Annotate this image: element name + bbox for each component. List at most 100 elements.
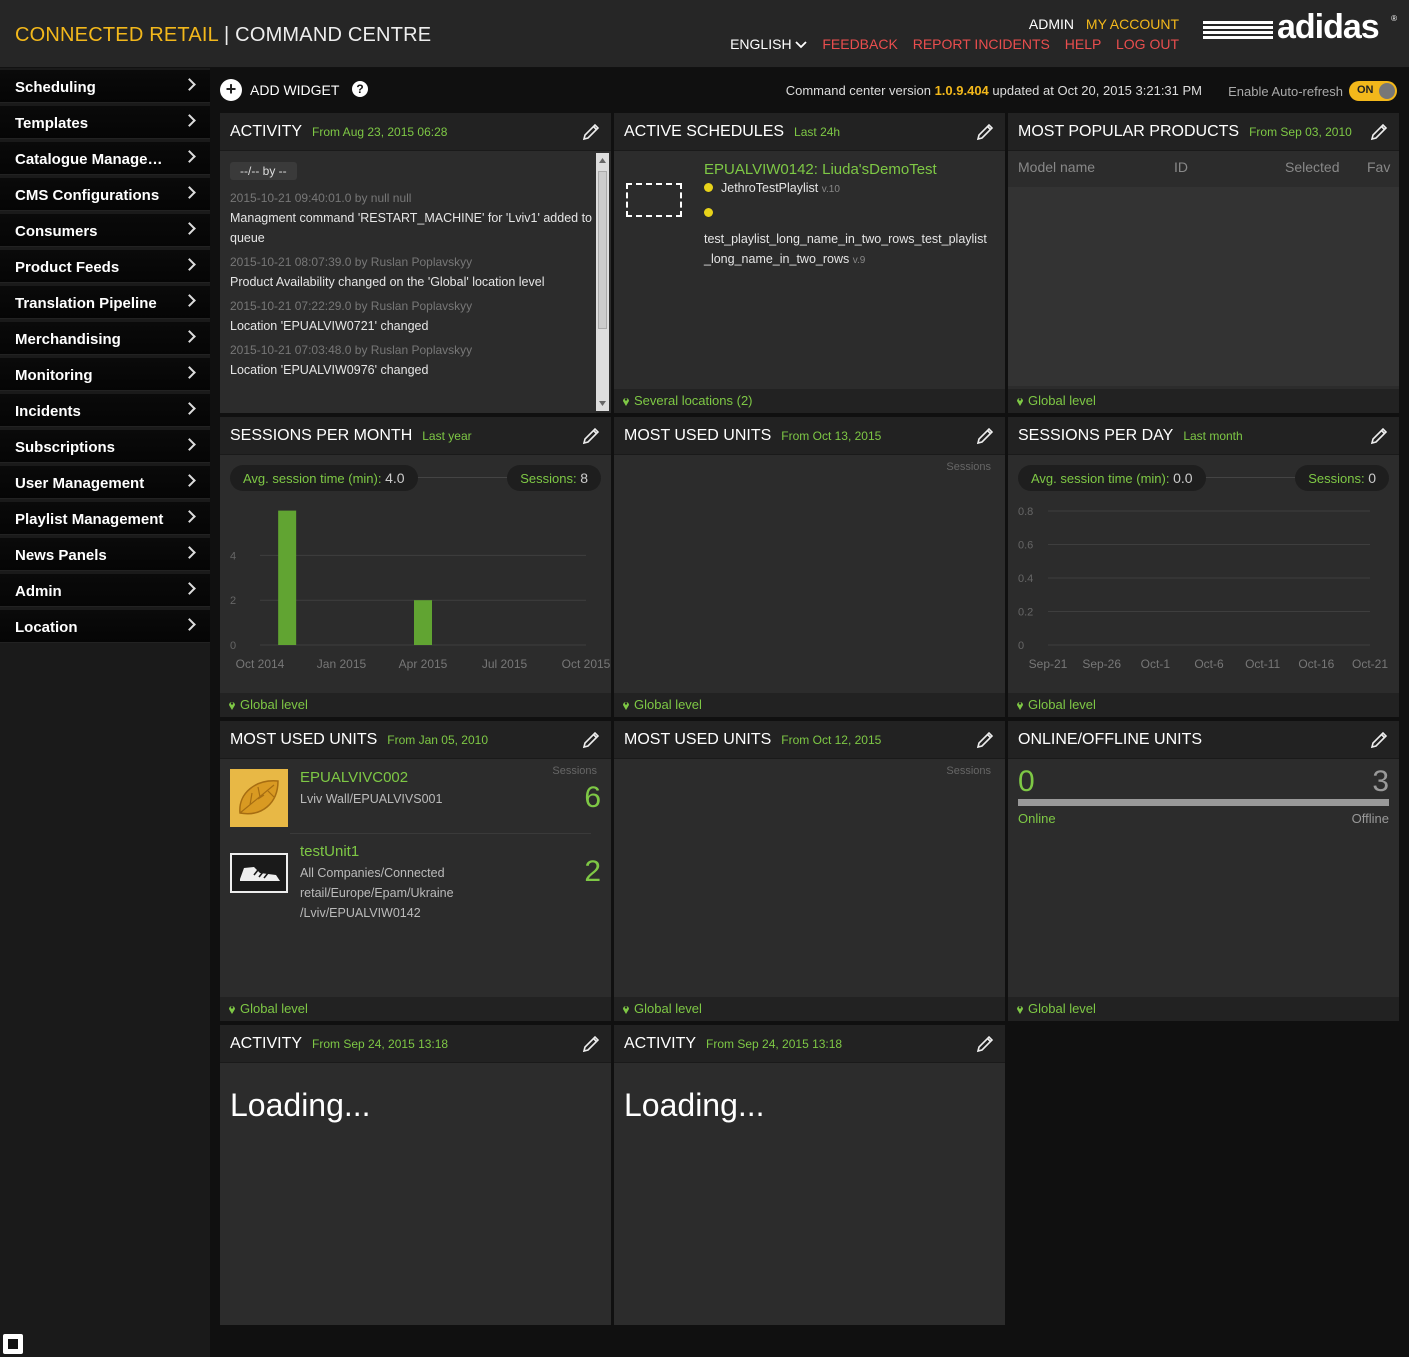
location-pin-icon — [623, 1006, 629, 1014]
sessions-per-day-chart: 0 0.2 0.4 0.6 0.8 Sep-21 Sep-26 Oct-1 Oct-6 Oct-1… — [1018, 506, 1388, 671]
sessions-per-day-widget: SESSIONS PER DAY Last month Avg. session … — [1008, 417, 1399, 717]
scrollbar[interactable] — [596, 153, 609, 411]
x-tick-label: Oct-21 — [1352, 657, 1388, 671]
dashboard: + ADD WIDGET ? Command center version 1.… — [210, 68, 1409, 1357]
y-tick-label: 0.6 — [1018, 540, 1033, 552]
widget-title: MOST USED UNITS From Oct 12, 2015 — [624, 731, 881, 749]
activity-filter[interactable]: --/-- by -- — [230, 162, 297, 180]
feedback-link[interactable]: FEEDBACK — [822, 36, 897, 52]
widget-body: Avg. session time (min): 0.0 Sessions: 0… — [1008, 455, 1399, 693]
pencil-icon[interactable] — [1369, 426, 1389, 446]
my-account-link[interactable]: MY ACCOUNT — [1086, 16, 1179, 32]
add-widget-button[interactable]: + ADD WIDGET — [220, 79, 339, 101]
widget-header: ACTIVITY From Sep 24, 2015 13:18 — [614, 1025, 1005, 1063]
schedule-title[interactable]: EPUALVIW0142: Liuda'sDemoTest — [704, 161, 937, 178]
footer-label[interactable]: Several locations (2) — [634, 393, 753, 408]
widget-footer: Global level — [614, 997, 1005, 1021]
column-header[interactable]: Selected — [1285, 159, 1339, 175]
x-tick-label: Oct-11 — [1245, 657, 1280, 671]
x-tick-label: Oct-1 — [1141, 657, 1171, 671]
status-dot — [704, 208, 713, 217]
column-header[interactable]: Model name — [1018, 159, 1095, 175]
sidebar-item-merchandising[interactable]: Merchandising — [0, 322, 210, 355]
pencil-icon[interactable] — [1369, 122, 1389, 142]
sidebar-item-monitoring[interactable]: Monitoring — [0, 358, 210, 391]
sidebar-item-product-feeds[interactable]: Product Feeds — [0, 250, 210, 283]
footer-label[interactable]: Global level — [1028, 697, 1096, 712]
help-icon[interactable]: ? — [352, 81, 368, 97]
footer-label[interactable]: Global level — [1028, 1001, 1096, 1016]
activity-meta: 2015-10-21 08:07:39.0 by Ruslan Poplavsk… — [230, 255, 473, 269]
unit-name[interactable]: testUnit1 — [300, 843, 359, 860]
sidebar-item-playlist-management[interactable]: Playlist Management — [0, 502, 210, 535]
help-link[interactable]: HELP — [1065, 36, 1101, 52]
footer-label[interactable]: Global level — [240, 697, 308, 712]
pencil-icon[interactable] — [581, 730, 601, 750]
list-item[interactable]: EPUALVIVC002 Lviv Wall/EPUALVIVS001 6 — [230, 769, 601, 829]
sidebar-item-translation-pipeline[interactable]: Translation Pipeline — [0, 286, 210, 319]
list-item[interactable]: testUnit1 All Companies/Connected retail… — [230, 843, 601, 923]
pencil-icon[interactable] — [975, 1034, 995, 1054]
autorefresh-toggle[interactable]: ON — [1349, 81, 1397, 101]
widget-body: EPUALVIW0142: Liuda'sDemoTest JethroTest… — [614, 151, 1005, 389]
report-incidents-link[interactable]: REPORT INCIDENTS — [913, 36, 1050, 52]
sidebar-item-location[interactable]: Location — [0, 610, 210, 643]
sessions-column-label: Sessions — [946, 765, 991, 777]
loading-text: Loading... — [624, 1087, 765, 1123]
pencil-icon[interactable] — [1369, 730, 1389, 750]
logout-link[interactable]: LOG OUT — [1116, 36, 1179, 52]
y-tick-label: 4 — [230, 550, 236, 562]
scroll-thumb[interactable] — [598, 171, 607, 329]
widget-header: MOST USED UNITS From Jan 05, 2010 — [220, 721, 611, 759]
pencil-icon[interactable] — [975, 122, 995, 142]
playlist-item: JethroTestPlaylist v.10 — [704, 181, 840, 195]
pencil-icon[interactable] — [581, 1034, 601, 1054]
sessions-label: Sessions: — [520, 471, 577, 486]
tray-icon[interactable] — [3, 1334, 23, 1354]
sidebar-item-admin[interactable]: Admin — [0, 574, 210, 607]
sidebar-item-scheduling[interactable]: Scheduling — [0, 70, 210, 103]
scroll-up-icon[interactable] — [599, 157, 606, 164]
widget-title-text: MOST USED UNITS — [624, 427, 772, 444]
scroll-down-icon[interactable] — [599, 400, 606, 407]
activity-message: Managment command 'RESTART_MACHINE' for … — [230, 211, 593, 245]
footer-label[interactable]: Global level — [240, 1001, 308, 1016]
footer-label[interactable]: Global level — [634, 697, 702, 712]
status-dot — [704, 183, 713, 192]
widget-title: SESSIONS PER MONTH Last year — [230, 427, 472, 445]
column-header[interactable]: ID — [1174, 159, 1188, 175]
sidebar-item-subscriptions[interactable]: Subscriptions — [0, 430, 210, 463]
widget-title-text: ONLINE/OFFLINE UNITS — [1018, 731, 1203, 748]
widget-footer: Global level — [1008, 693, 1399, 717]
sidebar-item-catalogue-management[interactable]: Catalogue Management — [0, 142, 210, 175]
sidebar-item-templates[interactable]: Templates — [0, 106, 210, 139]
sidebar-item-user-management[interactable]: User Management — [0, 466, 210, 499]
sidebar-item-consumers[interactable]: Consumers — [0, 214, 210, 247]
unit-name[interactable]: EPUALVIVC002 — [300, 769, 408, 786]
sidebar-item-incidents[interactable]: Incidents — [0, 394, 210, 427]
playlist-item — [704, 206, 721, 220]
widget-header: ACTIVITY From Aug 23, 2015 06:28 — [220, 113, 611, 151]
widget-title: ACTIVITY From Aug 23, 2015 06:28 — [230, 123, 447, 141]
footer-label[interactable]: Global level — [634, 1001, 702, 1016]
widget-subtitle: Last year — [422, 429, 472, 443]
widget-subtitle: From Oct 13, 2015 — [781, 429, 882, 443]
y-tick-label: 0 — [230, 640, 236, 652]
location-pin-icon — [623, 398, 629, 406]
pencil-icon[interactable] — [581, 122, 601, 142]
language-label: ENGLISH — [730, 36, 792, 52]
column-header[interactable]: Fav — [1367, 159, 1390, 175]
activity-widget: ACTIVITY From Sep 24, 2015 13:18 Loading.… — [614, 1025, 1005, 1325]
sidebar-item-news-panels[interactable]: News Panels — [0, 538, 210, 571]
footer-label[interactable]: Global level — [1028, 393, 1096, 408]
widget-subtitle: Last month — [1183, 429, 1243, 443]
language-select[interactable]: ENGLISH — [719, 36, 808, 52]
header-links: ENGLISH FEEDBACK REPORT INCIDENTS HELP L… — [708, 36, 1179, 52]
pencil-icon[interactable] — [975, 730, 995, 750]
list-item: 2015-10-21 07:22:29.0 by Ruslan Poplavsk… — [230, 299, 592, 336]
activity-widget: ACTIVITY From Aug 23, 2015 06:28 --/-- by… — [220, 113, 611, 413]
sidebar-item-cms-configurations[interactable]: CMS Configurations — [0, 178, 210, 211]
widget-subtitle: From Aug 23, 2015 06:28 — [312, 125, 448, 139]
pencil-icon[interactable] — [581, 426, 601, 446]
pencil-icon[interactable] — [975, 426, 995, 446]
